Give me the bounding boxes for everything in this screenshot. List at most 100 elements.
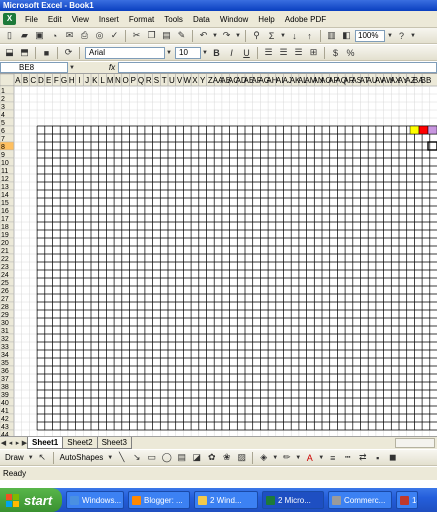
column-header[interactable]: G <box>61 76 67 85</box>
prev-sheet-icon[interactable]: ◂ <box>7 439 14 447</box>
align-right-icon[interactable]: ☰ <box>292 47 305 59</box>
menu-tools[interactable]: Tools <box>159 11 188 28</box>
taskbar-item-windows[interactable]: Windows... <box>66 491 124 509</box>
first-sheet-icon[interactable]: ◀ <box>0 439 7 447</box>
rectangle-icon[interactable]: ▭ <box>145 452 158 464</box>
menu-help[interactable]: Help <box>253 11 279 28</box>
column-header[interactable]: A <box>15 76 21 85</box>
macro-icon[interactable]: ■ <box>40 47 53 59</box>
draw-dropdown-icon[interactable]: ▼ <box>27 452 35 464</box>
tab-sheet2[interactable]: Sheet2 <box>62 437 98 449</box>
fill-color-icon[interactable]: ◈ <box>257 452 270 464</box>
align-left-icon[interactable]: ☰ <box>262 47 275 59</box>
zoom-dropdown-icon[interactable]: ▼ <box>386 30 394 42</box>
colored-cell[interactable] <box>427 125 437 135</box>
sheet-cells[interactable]: A B C D E F G H I J K L M N O P Q R S T U V W X Y Z AAABACADAEAFAG… <box>0 74 437 436</box>
fill-color-dropdown-icon[interactable]: ▼ <box>271 452 279 464</box>
column-header[interactable]: F <box>54 76 59 85</box>
excel-app-icon[interactable]: X <box>3 13 16 25</box>
colored-cell[interactable] <box>409 125 420 135</box>
column-header[interactable]: B <box>23 76 28 85</box>
column-header[interactable]: E <box>46 76 51 85</box>
font-color-dropdown-icon[interactable]: ▼ <box>317 452 325 464</box>
copy-icon[interactable]: ❐ <box>145 30 158 42</box>
underline-button[interactable]: U <box>240 47 253 59</box>
arrow-style-icon[interactable]: ⇄ <box>356 452 369 464</box>
column-header[interactable]: O <box>123 76 129 85</box>
menu-adobe-pdf[interactable]: Adobe PDF <box>280 11 331 28</box>
hyperlink-icon[interactable]: ⚲ <box>250 30 263 42</box>
column-header[interactable]: S <box>154 76 159 85</box>
font-size-dropdown-icon[interactable]: ▼ <box>201 47 209 59</box>
draw-menu[interactable]: Draw <box>2 453 27 462</box>
print-preview-icon[interactable]: ◎ <box>93 30 106 42</box>
column-header[interactable]: T <box>162 76 167 85</box>
formula-input[interactable] <box>118 62 437 73</box>
sort-descending-icon[interactable]: ↑ <box>303 30 316 42</box>
taskbar-item-group[interactable]: 14 <box>396 491 418 509</box>
zoom-select[interactable]: 100% <box>355 29 385 42</box>
column-header[interactable]: K <box>92 76 98 85</box>
save-icon[interactable]: ▣ <box>33 30 46 42</box>
column-header[interactable]: Q <box>138 76 144 85</box>
column-header[interactable]: N <box>115 76 121 85</box>
paste-icon[interactable]: ▤ <box>160 30 173 42</box>
email-icon[interactable]: ✉ <box>63 30 76 42</box>
menu-data[interactable]: Data <box>188 11 215 28</box>
permission-icon[interactable]: ◔ <box>48 30 61 42</box>
wordart-icon[interactable]: ◪ <box>190 452 203 464</box>
print-icon[interactable]: ⎙ <box>78 30 91 42</box>
help-icon[interactable]: ? <box>395 30 408 42</box>
insert-function-icon[interactable]: fx <box>106 63 118 72</box>
select-objects-icon[interactable]: ↖ <box>36 452 49 464</box>
toolbar-options-icon[interactable]: ▼ <box>409 30 417 42</box>
column-header[interactable]: W <box>183 76 191 85</box>
menu-format[interactable]: Format <box>124 11 159 28</box>
worksheet-grid[interactable]: A B C D E F G H I J K L M N O P Q R S T U V W X Y Z AA AB AC AD AE AF AG… <box>0 74 437 436</box>
redo-icon[interactable]: ↷ <box>220 30 233 42</box>
line-style-icon[interactable]: ≡ <box>326 452 339 464</box>
autoshapes-dropdown-icon[interactable]: ▼ <box>106 452 114 464</box>
font-name-dropdown-icon[interactable]: ▼ <box>165 47 173 59</box>
column-header[interactable]: M <box>107 76 114 85</box>
chart-wizard-icon[interactable]: ▥ <box>325 30 338 42</box>
start-button[interactable]: start <box>0 488 62 512</box>
autoshapes-menu[interactable]: AutoShapes <box>57 453 107 462</box>
menu-edit[interactable]: Edit <box>43 11 67 28</box>
clipart-icon[interactable]: ❀ <box>220 452 233 464</box>
redo-dropdown-icon[interactable]: ▼ <box>234 30 242 42</box>
bold-button[interactable]: B <box>210 47 223 59</box>
open-folder-icon[interactable]: ▰ <box>18 30 31 42</box>
column-header[interactable]: U <box>169 76 175 85</box>
colored-cell[interactable] <box>418 125 429 135</box>
diagram-icon[interactable]: ✿ <box>205 452 218 464</box>
font-name-select[interactable]: Arial <box>85 46 165 59</box>
undo-icon[interactable]: ↶ <box>197 30 210 42</box>
tab-sheet3[interactable]: Sheet3 <box>96 437 132 449</box>
3d-icon[interactable]: ◼ <box>386 452 399 464</box>
name-box-dropdown-icon[interactable]: ▼ <box>68 62 76 74</box>
column-header[interactable]: H <box>69 76 75 85</box>
cut-icon[interactable]: ✂ <box>130 30 143 42</box>
pdf-email-icon[interactable]: ⬒ <box>18 47 31 59</box>
column-header[interactable]: P <box>131 76 136 85</box>
font-color-icon[interactable]: A <box>303 452 316 464</box>
autosum-dropdown-icon[interactable]: ▼ <box>279 30 287 42</box>
line-color-dropdown-icon[interactable]: ▼ <box>294 452 302 464</box>
menu-file[interactable]: File <box>20 11 43 28</box>
name-box[interactable]: BE8 <box>0 62 68 73</box>
next-sheet-icon[interactable]: ▸ <box>14 439 21 447</box>
column-header[interactable]: X <box>192 76 198 85</box>
oval-icon[interactable]: ◯ <box>160 452 173 464</box>
undo-dropdown-icon[interactable]: ▼ <box>211 30 219 42</box>
sort-ascending-icon[interactable]: ↓ <box>288 30 301 42</box>
column-header[interactable]: I <box>78 76 80 85</box>
spelling-icon[interactable]: ✓ <box>108 30 121 42</box>
column-header[interactable]: R <box>146 76 152 85</box>
dash-style-icon[interactable]: ┅ <box>341 452 354 464</box>
select-all-button[interactable] <box>0 74 15 87</box>
column-header[interactable]: D <box>38 76 44 85</box>
menu-insert[interactable]: Insert <box>94 11 124 28</box>
column-header[interactable]: C <box>30 76 36 85</box>
taskbar-item-folders[interactable]: 2 Wind... <box>194 491 258 509</box>
